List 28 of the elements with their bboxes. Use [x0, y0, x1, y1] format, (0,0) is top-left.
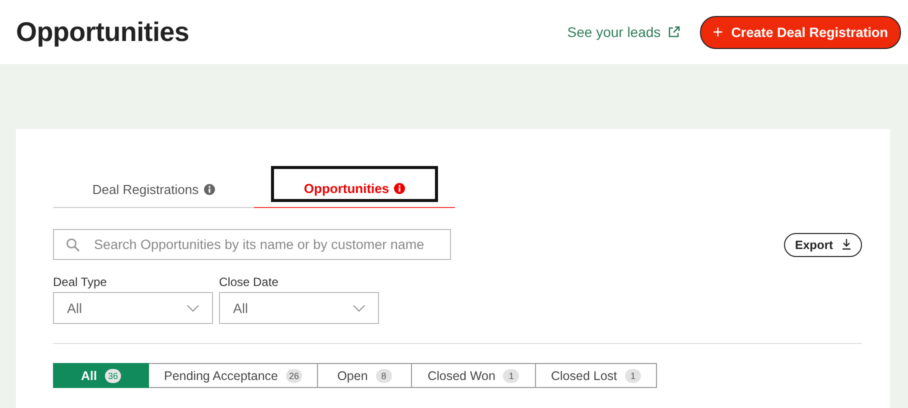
status-tab[interactable]: Pending Acceptance 26 — [149, 363, 318, 388]
chevron-down-icon — [187, 304, 199, 312]
count-badge: 8 — [376, 368, 392, 382]
status-tab[interactable]: Closed Won 1 — [412, 363, 536, 388]
export-button[interactable]: Export — [784, 232, 862, 256]
dropdown[interactable]: All — [53, 292, 213, 324]
search-field[interactable]: Search Opportunities by its name or by customer name — [53, 229, 451, 260]
status-tab[interactable]: All 36 — [53, 363, 149, 388]
plus-icon: + — [712, 23, 724, 41]
tab[interactable]: Deal Registrations — [53, 166, 254, 208]
status-tab[interactable]: Open 8 — [318, 363, 412, 388]
see-leads-link[interactable]: See your leads — [567, 24, 680, 40]
count-badge: 36 — [104, 368, 121, 382]
download-icon — [842, 239, 851, 250]
status-tab[interactable]: Closed Lost 1 — [536, 363, 657, 388]
count-badge: 1 — [503, 368, 520, 382]
chevron-down-icon — [353, 304, 365, 312]
dropdown[interactable]: All — [219, 292, 379, 324]
search-icon — [66, 238, 80, 252]
page-title: Opportunities — [16, 16, 190, 48]
external-link-icon — [668, 26, 680, 38]
count-badge: 1 — [625, 368, 641, 382]
count-badge: 26 — [286, 368, 302, 382]
create-deal-button[interactable]: + Create Deal Registration — [700, 16, 901, 48]
filter-label: Close Date — [219, 275, 280, 289]
info-icon — [204, 184, 215, 194]
filter-label: Deal Type — [53, 275, 108, 289]
info-icon — [394, 182, 406, 194]
